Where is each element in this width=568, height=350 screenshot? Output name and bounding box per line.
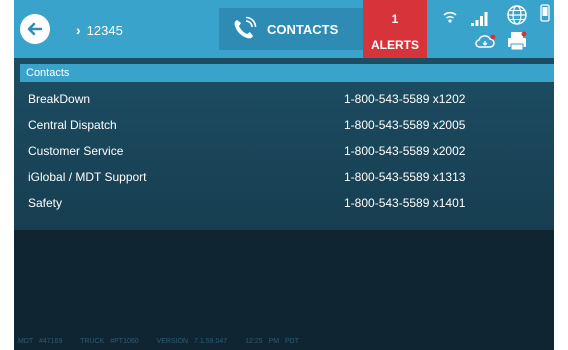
tab-contacts-label: CONTACTS <box>267 21 339 37</box>
tab-contacts[interactable]: CONTACTS <box>219 8 365 50</box>
vehicle-selector[interactable]: › 12345 <box>76 22 123 38</box>
contact-name: BreakDown <box>28 92 91 106</box>
contact-row[interactable]: iGlobal / MDT Support 1-800-543-5589 x13… <box>14 164 554 190</box>
chevron-right-icon: › <box>76 22 81 38</box>
footer-status: MDT #47169 TRUCK #PT1060 VERSION 7.1.59.… <box>18 338 311 345</box>
signal-icon <box>470 11 488 27</box>
contact-row[interactable]: Customer Service 1-800-543-5589 x2002 <box>14 138 554 164</box>
device-icon <box>540 4 550 22</box>
wifi-icon <box>442 10 458 24</box>
contact-phone: 1-800-543-5589 x2005 <box>344 118 466 132</box>
back-arrow-icon <box>27 22 43 36</box>
footer-version: VERSION 7.1.59.047 <box>156 338 228 345</box>
contact-name: iGlobal / MDT Support <box>28 170 147 184</box>
contact-name: Central Dispatch <box>28 118 117 132</box>
contact-row[interactable]: BreakDown 1-800-543-5589 x1202 <box>14 86 554 112</box>
vehicle-id: 12345 <box>86 22 123 38</box>
contact-row[interactable]: Central Dispatch 1-800-543-5589 x2005 <box>14 112 554 138</box>
contact-name: Safety <box>28 196 63 210</box>
contact-phone: 1-800-543-5589 x2002 <box>344 144 466 158</box>
mdt-screen: › 12345 CONTACTS 1 ALERTS Contacts Break… <box>14 0 554 350</box>
contact-row[interactable]: Safety 1-800-543-5589 x1401 <box>14 190 554 216</box>
contacts-panel: Contacts BreakDown 1-800-543-5589 x1202 … <box>14 58 554 230</box>
phone-icon <box>234 16 257 39</box>
contacts-section-header: Contacts <box>20 64 554 82</box>
contact-phone: 1-800-543-5589 x1313 <box>344 170 466 184</box>
back-button[interactable] <box>20 14 50 44</box>
cloud-sync-icon[interactable] <box>474 32 496 50</box>
contact-name: Customer Service <box>28 144 124 158</box>
footer-truck: TRUCK #PT1060 <box>80 338 139 345</box>
footer-time: 12:25 PM PDT <box>245 338 300 345</box>
contact-phone: 1-800-543-5589 x1202 <box>344 92 466 106</box>
contact-phone: 1-800-543-5589 x1401 <box>344 196 466 210</box>
globe-icon[interactable] <box>506 4 528 26</box>
footer-mdt: MDT #47169 <box>18 338 63 345</box>
top-bar: › 12345 CONTACTS 1 ALERTS <box>14 0 554 58</box>
alerts-count: 1 <box>391 12 399 26</box>
printer-icon[interactable] <box>506 30 528 52</box>
alerts-button[interactable]: 1 ALERTS <box>363 0 427 58</box>
alerts-label: ALERTS <box>371 38 419 52</box>
